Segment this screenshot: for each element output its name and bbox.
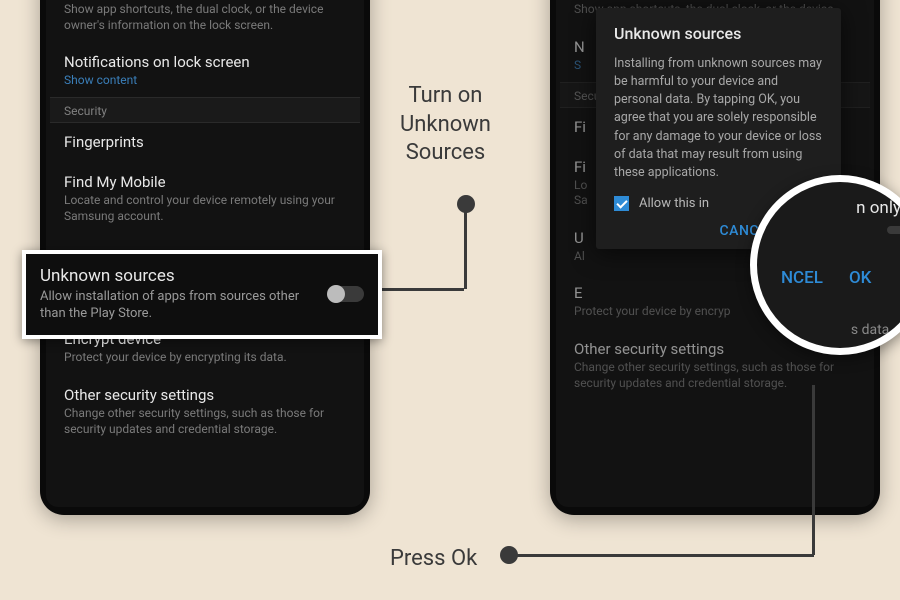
connector-line [464, 209, 467, 289]
checkbox-icon[interactable] [614, 196, 629, 211]
magnifier-data-text: s data. [851, 322, 893, 338]
magnifier: n only NCEL OK s data. [750, 175, 900, 355]
callout-title: Unknown sources [40, 266, 318, 286]
setting-sub: Locate and control your device remotely … [64, 193, 346, 224]
setting-find-my-mobile[interactable]: Find My Mobile Locate and control your d… [50, 163, 360, 234]
unknown-sources-toggle[interactable] [328, 286, 364, 302]
connector-line [812, 385, 815, 555]
setting-sub: Protect your device by encrypting its da… [64, 350, 346, 366]
setting-link: Show content [64, 73, 346, 87]
callout-unknown-sources: Unknown sources Allow installation of ap… [22, 250, 382, 339]
magnifier-actions: NCEL OK [781, 268, 871, 288]
setting-sub: Change other security settings, such as … [64, 406, 346, 437]
setting-title: Notifications on lock screen [64, 53, 346, 71]
setting-title: Fingerprints [64, 133, 346, 151]
setting-info-shortcuts[interactable]: Info and app shortcuts Show app shortcut… [50, 0, 360, 43]
dialog-title: Unknown sources [614, 24, 823, 43]
magnifier-content: n only NCEL OK s data. [757, 182, 900, 348]
setting-sub: Show app shortcuts, the dual clock, or t… [64, 2, 346, 33]
section-header-security: Security [50, 97, 360, 123]
setting-other-security[interactable]: Other security settings Change other sec… [50, 376, 360, 447]
annotation-turn-on: Turn on Unknown Sources [400, 82, 491, 168]
dialog-body: Installing from unknown sources may be h… [614, 55, 823, 182]
setting-title: Other security settings [64, 386, 346, 404]
magnifier-toggle-track [887, 226, 900, 234]
magnifier-only-text: n only [856, 198, 900, 218]
magnifier-ok[interactable]: OK [849, 268, 871, 288]
setting-fingerprints[interactable]: Fingerprints [50, 123, 360, 163]
magnifier-cancel[interactable]: NCEL [781, 268, 823, 288]
dialog-check-label: Allow this in [639, 196, 709, 211]
callout-text: Unknown sources Allow installation of ap… [40, 266, 318, 323]
callout-sub: Allow installation of apps from sources … [40, 289, 318, 323]
setting-title: Find My Mobile [64, 173, 346, 191]
annotation-press-ok: Press Ok [390, 546, 477, 571]
connector-line [379, 288, 464, 291]
connector-line [514, 554, 814, 557]
setting-notifications-lock[interactable]: Notifications on lock screen Show conten… [50, 43, 360, 97]
toggle-knob [327, 285, 345, 303]
